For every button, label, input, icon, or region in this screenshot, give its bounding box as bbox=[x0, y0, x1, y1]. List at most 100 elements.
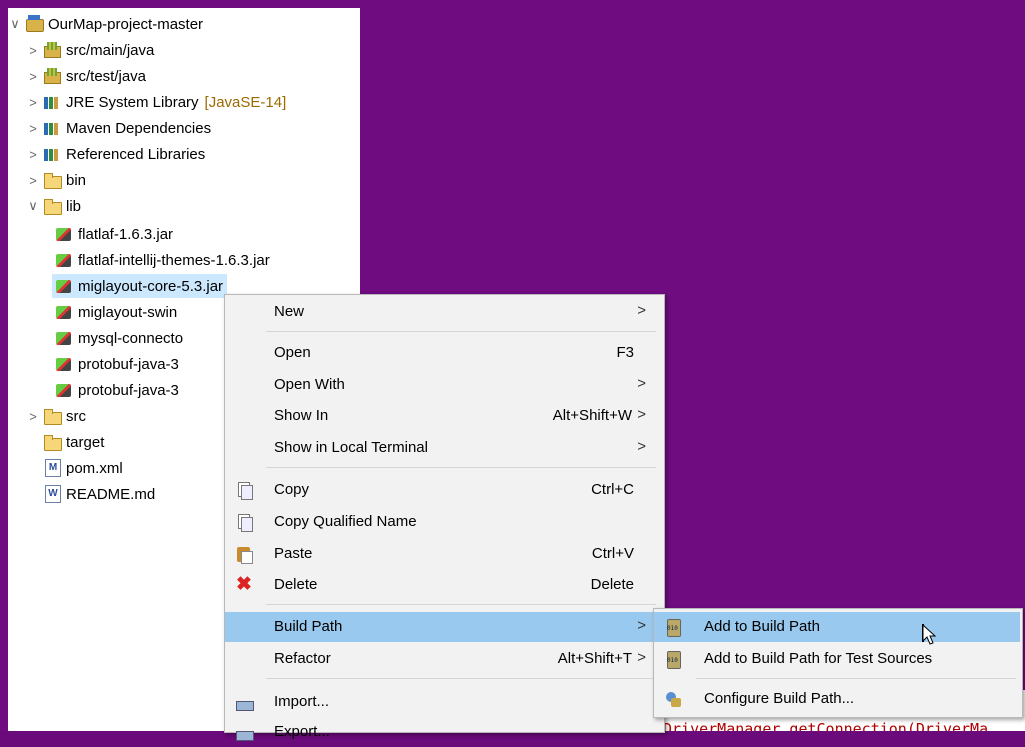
tree-item-pom[interactable]: M pom.xml bbox=[40, 456, 123, 480]
tree-item-label: lib bbox=[66, 197, 82, 215]
tree-item-jar[interactable]: miglayout-swin bbox=[52, 300, 177, 324]
tree-item-label: miglayout-swin bbox=[78, 303, 178, 321]
menu-item-open-with[interactable]: Open With > bbox=[225, 370, 662, 400]
tree-item-label: flatlaf-1.6.3.jar bbox=[78, 225, 174, 243]
build-path-submenu[interactable]: Add to Build Path Add to Build Path for … bbox=[653, 608, 1023, 718]
tree-item-referenced-libs[interactable]: > Referenced Libraries bbox=[26, 142, 205, 166]
tree-item-project[interactable]: ∨ OurMap-project-master bbox=[8, 12, 203, 36]
menu-item-copy[interactable]: Copy Ctrl+C bbox=[225, 475, 662, 505]
menu-separator bbox=[266, 331, 656, 332]
expand-toggle-icon[interactable]: ∨ bbox=[26, 198, 40, 214]
menu-separator bbox=[696, 678, 1016, 679]
tree-item-src-test-java[interactable]: > src/test/java bbox=[26, 64, 146, 88]
jar-file-icon bbox=[55, 277, 73, 295]
menu-item-label: New bbox=[274, 303, 305, 320]
menu-item-paste[interactable]: Paste Ctrl+V bbox=[225, 539, 662, 569]
folder-icon bbox=[43, 433, 62, 451]
menu-item-label: Open With bbox=[274, 376, 345, 393]
submenu-arrow-icon: > bbox=[637, 438, 646, 455]
submenu-arrow-icon: > bbox=[637, 375, 646, 392]
paste-icon bbox=[235, 545, 253, 564]
shortcut-label: Ctrl+C bbox=[591, 481, 634, 498]
menu-item-add-to-build-path[interactable]: Add to Build Path bbox=[654, 612, 1020, 642]
jar-file-icon bbox=[55, 303, 73, 321]
expand-toggle-icon[interactable]: ∨ bbox=[8, 16, 22, 32]
source-folder-icon bbox=[43, 67, 61, 85]
tree-item-maven-deps[interactable]: > Maven Dependencies bbox=[26, 116, 211, 140]
collapse-toggle-icon[interactable]: > bbox=[26, 409, 40, 424]
library-icon bbox=[43, 93, 61, 111]
collapse-toggle-icon[interactable]: > bbox=[26, 147, 40, 162]
project-icon bbox=[25, 15, 44, 33]
tree-item-jre-library[interactable]: > JRE System Library [JavaSE-14] bbox=[26, 90, 286, 114]
jar-archive-icon bbox=[664, 618, 682, 637]
tree-item-label: src/test/java bbox=[66, 67, 147, 85]
collapse-toggle-icon[interactable]: > bbox=[26, 173, 40, 188]
shortcut-label: Alt+Shift+W bbox=[552, 407, 632, 424]
menu-separator bbox=[266, 604, 656, 605]
menu-item-delete[interactable]: ✖ Delete Delete bbox=[225, 570, 662, 600]
jar-archive-icon bbox=[664, 650, 682, 669]
menu-item-import[interactable]: Import... bbox=[225, 687, 662, 717]
menu-item-new[interactable]: New > bbox=[225, 297, 662, 327]
copy-icon bbox=[235, 481, 253, 500]
menu-item-copy-qualified-name[interactable]: Copy Qualified Name bbox=[225, 507, 662, 537]
tree-item-src-main-java[interactable]: > src/main/java bbox=[26, 38, 154, 62]
menu-item-add-to-build-path-test[interactable]: Add to Build Path for Test Sources bbox=[654, 644, 1020, 674]
jar-file-icon bbox=[55, 251, 73, 269]
tree-item-label: src bbox=[66, 407, 86, 425]
collapse-toggle-icon[interactable]: > bbox=[26, 43, 40, 58]
tree-item-label: flatlaf-intellij-themes-1.6.3.jar bbox=[78, 251, 270, 269]
tree-item-jar[interactable]: mysql-connecto bbox=[52, 326, 183, 350]
menu-item-export[interactable]: Export... bbox=[225, 717, 662, 747]
menu-item-refactor[interactable]: Refactor Alt+Shift+T > bbox=[225, 644, 662, 674]
menu-item-label: Add to Build Path for Test Sources bbox=[704, 650, 933, 667]
collapse-toggle-icon[interactable]: > bbox=[26, 95, 40, 110]
folder-icon bbox=[43, 407, 62, 425]
export-icon bbox=[235, 723, 254, 741]
tree-item-label: pom.xml bbox=[66, 459, 123, 477]
submenu-arrow-icon: > bbox=[637, 617, 646, 634]
menu-item-show-in[interactable]: Show In Alt+Shift+W > bbox=[225, 401, 662, 431]
shortcut-label: Alt+Shift+T bbox=[557, 650, 632, 667]
tree-item-label: miglayout-core-5.3.jar bbox=[78, 277, 224, 295]
shortcut-label: F3 bbox=[616, 344, 634, 361]
submenu-arrow-icon: > bbox=[637, 406, 646, 423]
tree-item-readme[interactable]: W README.md bbox=[40, 482, 155, 506]
menu-item-build-path[interactable]: Build Path > bbox=[225, 612, 662, 642]
jre-version-label: [JavaSE-14] bbox=[204, 93, 287, 111]
tree-item-src[interactable]: > src bbox=[26, 404, 86, 428]
source-folder-icon bbox=[43, 41, 61, 59]
tree-item-target[interactable]: target bbox=[40, 430, 104, 454]
menu-item-label: Refactor bbox=[274, 650, 331, 667]
collapse-toggle-icon[interactable]: > bbox=[26, 69, 40, 84]
tree-item-jar[interactable]: flatlaf-intellij-themes-1.6.3.jar bbox=[52, 248, 270, 272]
menu-item-label: Build Path bbox=[274, 618, 343, 635]
tree-item-label: OurMap-project-master bbox=[48, 15, 204, 33]
tree-item-label: Referenced Libraries bbox=[66, 145, 206, 163]
shortcut-label: Ctrl+V bbox=[591, 545, 634, 562]
tree-item-jar[interactable]: protobuf-java-3 bbox=[52, 378, 179, 402]
menu-item-open[interactable]: Open F3 bbox=[225, 338, 662, 368]
tree-item-label: README.md bbox=[66, 485, 156, 503]
context-menu[interactable]: New > Open F3 Open With > Show In Alt+Sh… bbox=[224, 294, 665, 741]
tree-item-jar[interactable]: protobuf-java-3 bbox=[52, 352, 179, 376]
tree-item-jar[interactable]: flatlaf-1.6.3.jar bbox=[52, 222, 173, 246]
jar-file-icon bbox=[55, 381, 73, 399]
menu-item-label: Copy Qualified Name bbox=[274, 513, 417, 530]
submenu-arrow-icon: > bbox=[637, 649, 646, 666]
menu-item-show-in-terminal[interactable]: Show in Local Terminal > bbox=[225, 433, 662, 463]
menu-item-label: Open bbox=[274, 344, 311, 361]
menu-item-configure-build-path[interactable]: Configure Build Path... bbox=[654, 684, 1020, 714]
library-icon bbox=[43, 119, 61, 137]
delete-icon: ✖ bbox=[236, 574, 252, 595]
tree-item-lib[interactable]: ∨ lib bbox=[26, 194, 81, 218]
jar-file-icon bbox=[55, 225, 73, 243]
collapse-toggle-icon[interactable]: > bbox=[26, 121, 40, 136]
menu-separator bbox=[266, 467, 656, 468]
menu-item-label: Add to Build Path bbox=[704, 618, 820, 635]
tree-item-label: target bbox=[66, 433, 105, 451]
tree-item-jar-selected[interactable]: miglayout-core-5.3.jar bbox=[52, 274, 228, 298]
library-icon bbox=[43, 145, 61, 163]
tree-item-bin[interactable]: > bin bbox=[26, 168, 86, 192]
